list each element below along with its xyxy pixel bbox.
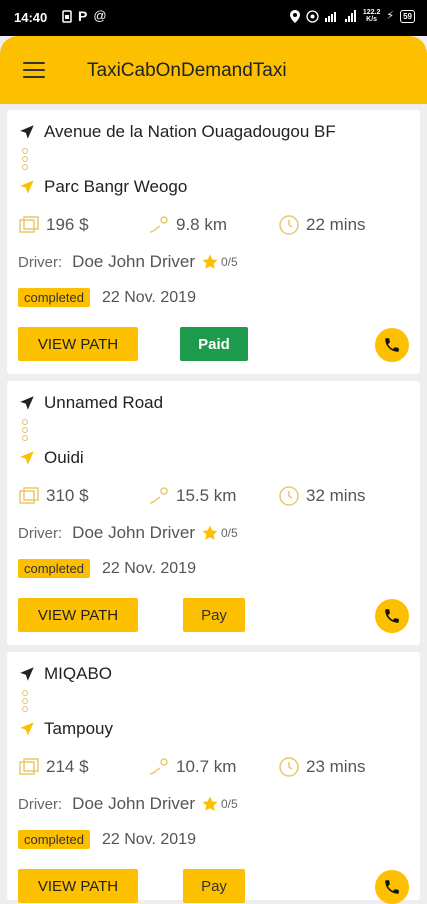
view-path-button[interactable]: VIEW PATH (18, 598, 138, 632)
ride-date: 22 Nov. 2019 (101, 288, 196, 306)
view-path-button[interactable]: VIEW PATH (18, 869, 138, 903)
parking-icon: P (78, 8, 88, 24)
ride-price: 214 $ (46, 757, 89, 776)
sim-icon (62, 9, 72, 23)
app-bar: TaxiCabOnDemandTaxi (0, 36, 427, 104)
ride-duration: 22 mins (306, 215, 366, 234)
navigation-arrow-icon (18, 394, 36, 412)
status-badge: completed (18, 830, 90, 849)
navigation-arrow-icon (18, 178, 36, 196)
paid-button[interactable]: Paid (180, 327, 248, 361)
route-dots (22, 690, 28, 714)
navigation-arrow-icon (18, 123, 36, 141)
status-bar: 14:40 P @ 122.2 K/s ⚡ 59 (0, 0, 427, 36)
menu-icon[interactable] (23, 62, 45, 78)
ride-date: 22 Nov. 2019 (101, 559, 196, 577)
driver-rating: 0/5 (221, 797, 238, 811)
pickup-location: MIQABO (44, 664, 113, 683)
navigation-arrow-icon (18, 665, 36, 683)
hotspot-icon (306, 9, 319, 23)
navigation-arrow-icon (18, 449, 36, 467)
signal-icon (324, 10, 339, 22)
ride-card: Unnamed Road Ouidi 310 $ 15.5 km 32 mins… (7, 381, 420, 645)
distance-icon (148, 486, 170, 506)
driver-name: Doe John Driver (72, 252, 195, 271)
distance-icon (148, 757, 170, 777)
status-time: 14:40 (14, 10, 48, 25)
view-path-button[interactable]: VIEW PATH (18, 327, 138, 361)
ride-price: 196 $ (46, 215, 89, 234)
ride-distance: 9.8 km (176, 215, 228, 234)
timer-icon (278, 214, 300, 236)
status-badge: completed (18, 288, 90, 307)
phone-icon[interactable] (375, 328, 409, 362)
ride-card: Avenue de la Nation Ouagadougou BF Parc … (7, 110, 420, 374)
charging-icon: ⚡ (386, 10, 395, 22)
ride-card: MIQABO Tampouy 214 $ 10.7 km 23 mins Dri… (7, 652, 420, 904)
pickup-location: Unnamed Road (44, 393, 164, 412)
money-icon (18, 215, 40, 235)
driver-rating: 0/5 (221, 255, 238, 269)
driver-name: Doe John Driver (72, 794, 195, 813)
distance-icon (148, 215, 170, 235)
ride-price: 310 $ (46, 486, 89, 505)
ride-distance: 10.7 km (176, 757, 237, 776)
timer-icon (278, 756, 300, 778)
pay-button[interactable]: Pay (183, 598, 245, 632)
signal-icon-2 (344, 10, 357, 22)
net-speed-unit: K/s (366, 16, 378, 23)
pickup-location: Avenue de la Nation Ouagadougou BF (44, 122, 336, 141)
driver-label: Driver: (18, 524, 63, 542)
route-dots (22, 148, 28, 172)
net-speed-value: 122.2 (362, 9, 381, 16)
dropoff-location: Tampouy (44, 719, 113, 738)
timer-icon (278, 485, 300, 507)
ride-distance: 15.5 km (176, 486, 237, 505)
money-icon (18, 757, 40, 777)
dropoff-location: Ouidi (44, 448, 84, 467)
phone-icon[interactable] (375, 870, 409, 904)
star-icon (201, 524, 219, 542)
location-pin-icon (289, 9, 300, 23)
money-icon (18, 486, 40, 506)
net-speed: 122.2 K/s (363, 9, 381, 23)
driver-rating: 0/5 (221, 526, 238, 540)
ride-duration: 32 mins (306, 486, 366, 505)
ride-date: 22 Nov. 2019 (101, 830, 196, 848)
status-badge: completed (18, 559, 90, 578)
navigation-arrow-icon (18, 720, 36, 738)
star-icon (201, 795, 219, 813)
driver-label: Driver: (18, 253, 63, 271)
route-dots (22, 419, 28, 443)
at-sign-icon: @ (93, 8, 107, 23)
driver-label: Driver: (18, 795, 63, 813)
star-icon (201, 253, 219, 271)
driver-name: Doe John Driver (72, 523, 195, 542)
dropoff-location: Parc Bangr Weogo (44, 177, 188, 196)
ride-duration: 23 mins (306, 757, 366, 776)
battery-icon: 59 (400, 9, 415, 23)
pay-button[interactable]: Pay (183, 869, 245, 903)
phone-icon[interactable] (375, 599, 409, 633)
app-title: TaxiCabOnDemandTaxi (87, 60, 287, 81)
